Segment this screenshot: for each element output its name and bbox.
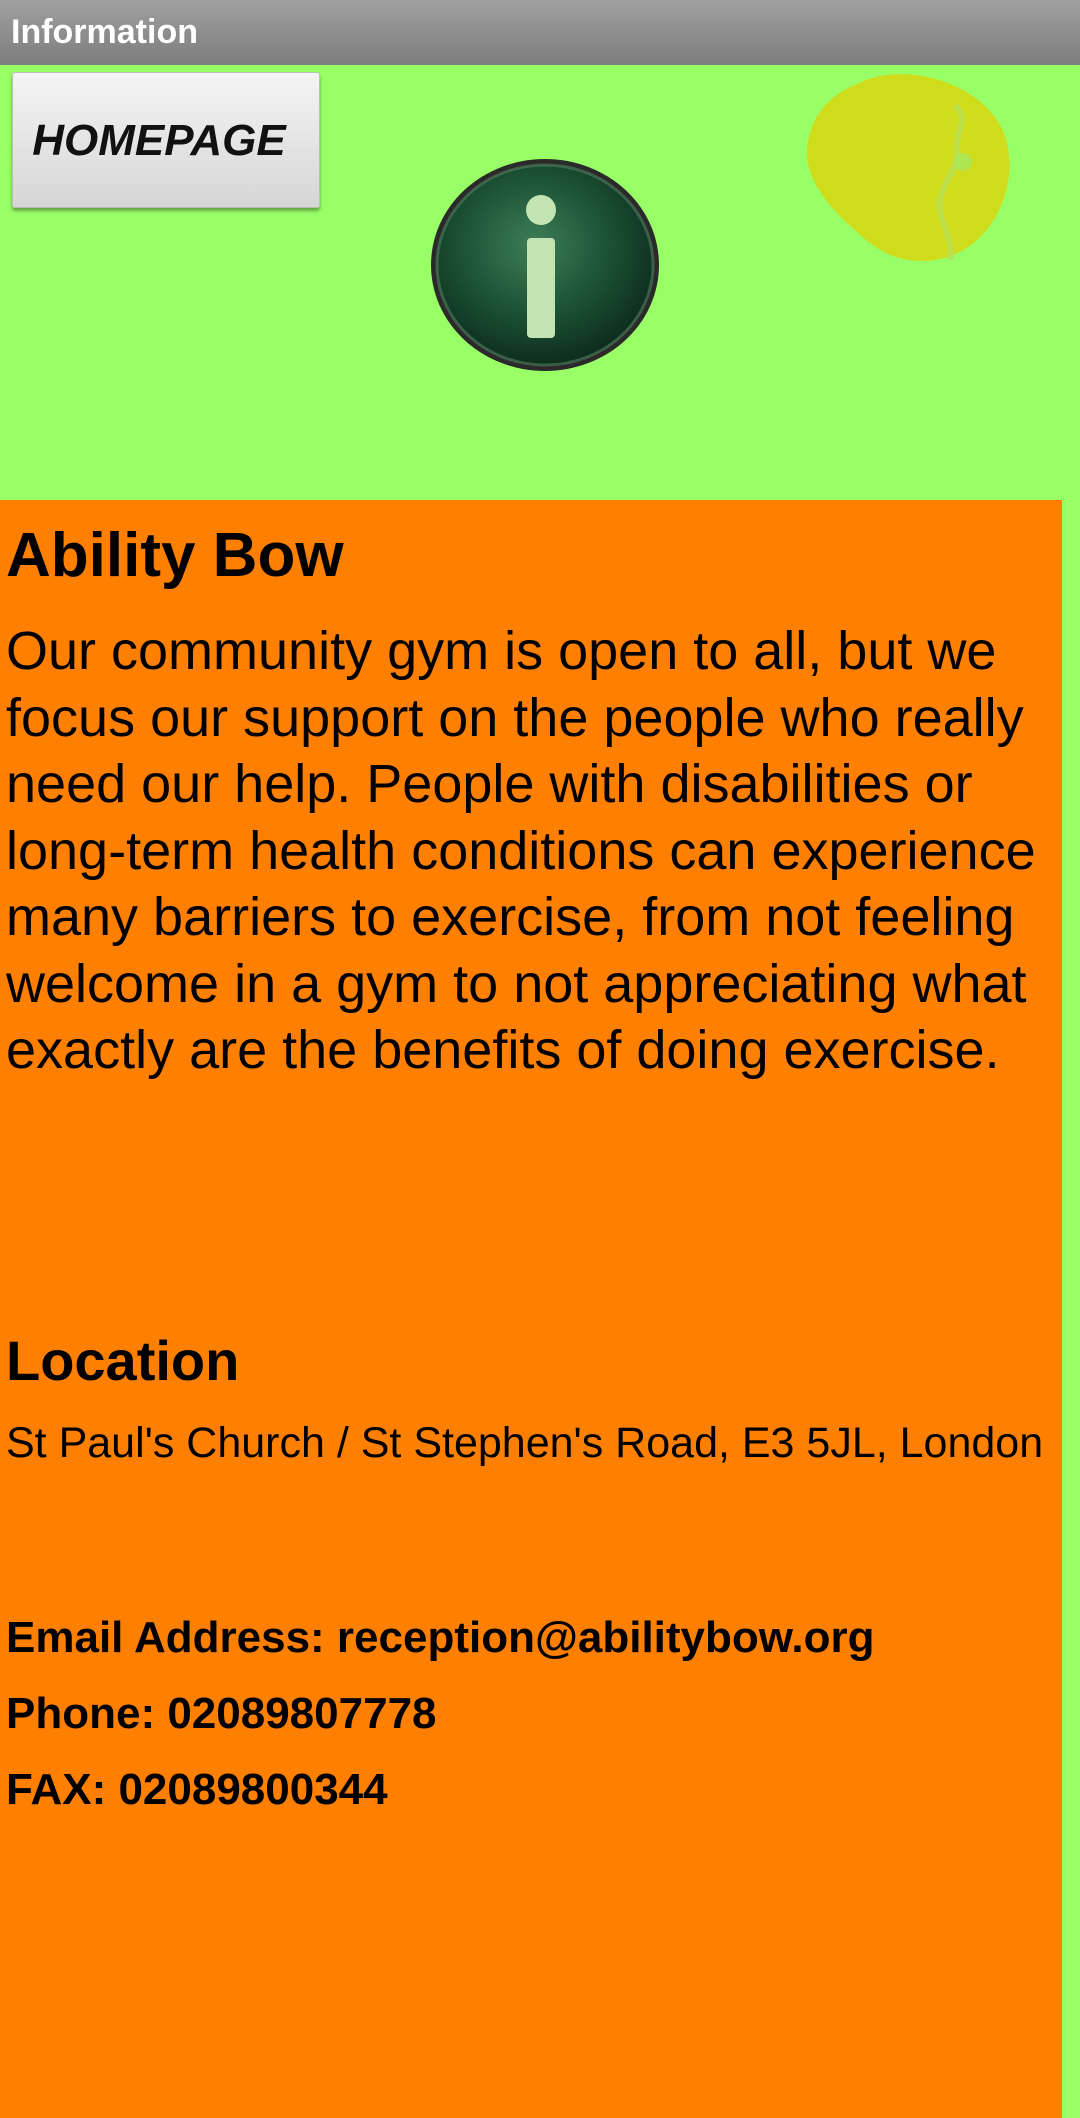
phone-number: Phone: 02089807778 <box>6 1689 437 1738</box>
window-title: Information <box>11 13 198 51</box>
app-title-bar: Information <box>0 0 1080 65</box>
address-text: St Paul's Church / St Stephen's Road, E3… <box>6 1419 1044 1467</box>
intro-paragraph: Our community gym is open to all, but we… <box>6 621 1036 1080</box>
ability-bow-logo-icon <box>806 74 1010 261</box>
homepage-button[interactable]: HOMEPAGE <box>12 72 320 208</box>
location-heading: Location <box>6 1329 240 1392</box>
info-panel: Ability Bow Our community gym is open to… <box>0 500 1062 2118</box>
info-icon <box>431 159 659 371</box>
email-address: Email Address: reception@abilitybow.org <box>6 1613 875 1662</box>
organization-title: Ability Bow <box>6 521 344 590</box>
fax-number: FAX: 02089800344 <box>6 1765 388 1814</box>
